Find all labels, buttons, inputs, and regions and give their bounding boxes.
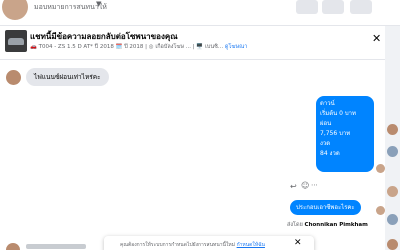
chat-title: แชทนี้มีข้อความลอยกลับต่อโซพนาของคุณ (30, 32, 178, 41)
message-line: 84 งวด (320, 150, 340, 157)
toolbar-button-3[interactable] (350, 0, 372, 14)
next-chat-avatar (6, 243, 20, 250)
message-line: เริ่มต้น 0 บาท (320, 110, 356, 117)
page: มอบหมายการสนทนาให้ ▼ แชทนี้มีข้อความลอยก… (0, 0, 400, 250)
sent-by-label: ส่งโดย Chonnikan Pimkham (287, 221, 368, 229)
contact-avatar[interactable] (387, 239, 398, 250)
next-chat-preview (26, 244, 86, 249)
assign-to-me-link[interactable]: กำหนดให้ฉัน (237, 242, 265, 248)
right-strip (385, 26, 400, 250)
notice-message: คุณต้องการให้ระบบการกำหนดไปยังการสนทนานี… (120, 242, 235, 248)
view-ad-link[interactable]: ดูโฆษณา (225, 44, 247, 50)
toolbar-button-1[interactable] (296, 0, 318, 14)
notice-text: คุณต้องการให้ระบบการกำหนดไปยังการสนทนานี… (120, 241, 265, 249)
listing-details: 🚗 T004 - ZS 1.5 D AT* ปี 2018 🗓️ ปี 2018… (30, 44, 224, 50)
close-icon[interactable]: ✕ (372, 32, 381, 45)
more-icon[interactable]: ⋯ (311, 181, 318, 189)
chat-panel: แชทนี้มีข้อความลอยกลับต่อโซพนาของคุณ 🚗 T… (0, 26, 385, 250)
contact-avatar[interactable] (387, 186, 398, 197)
emoji-icon[interactable]: ☺ (301, 181, 309, 190)
contact-avatar[interactable] (387, 146, 398, 157)
message-line: ผ่อน (320, 120, 332, 127)
message-line: ดาวน์ (320, 100, 335, 107)
outgoing-message: ดาวน์ เริ่มต้น 0 บาท ผ่อน 7,756 บาท งวด … (316, 96, 374, 172)
contact-avatar[interactable] (387, 214, 398, 225)
contact-avatar[interactable] (387, 124, 398, 135)
close-icon[interactable]: ✕ (294, 238, 302, 248)
car-thumbnail (5, 30, 27, 52)
message-line: 7,756 บาท (320, 130, 351, 137)
toolbar-button-2[interactable] (322, 0, 344, 14)
chat-header: แชทนี้มีข้อความลอยกลับต่อโซพนาของคุณ 🚗 T… (0, 26, 385, 60)
reply-icon[interactable]: ↩ (290, 182, 297, 191)
outgoing-message: ประกอบเอาซีพอะไรคะ (290, 200, 361, 215)
sent-by-prefix: ส่งโดย (287, 222, 303, 228)
chat-subtitle: 🚗 T004 - ZS 1.5 D AT* ปี 2018 🗓️ ปี 2018… (30, 43, 247, 51)
incoming-message: ไฟแนนซ์ผ่อนเท่าไหร่คะ (26, 68, 109, 86)
top-bar: มอบหมายการสนทนาให้ ▼ (0, 0, 400, 26)
sender-name: Chonnikan Pimkham (304, 222, 368, 228)
customer-avatar (6, 70, 21, 85)
seen-avatar (376, 164, 385, 173)
profile-avatar[interactable] (2, 0, 28, 20)
seen-avatar (376, 206, 385, 215)
reassign-notice: คุณต้องการให้ระบบการกำหนดไปยังการสนทนานี… (104, 236, 314, 250)
chevron-down-icon[interactable]: ▼ (96, 0, 101, 8)
message-line: งวด (320, 140, 331, 147)
